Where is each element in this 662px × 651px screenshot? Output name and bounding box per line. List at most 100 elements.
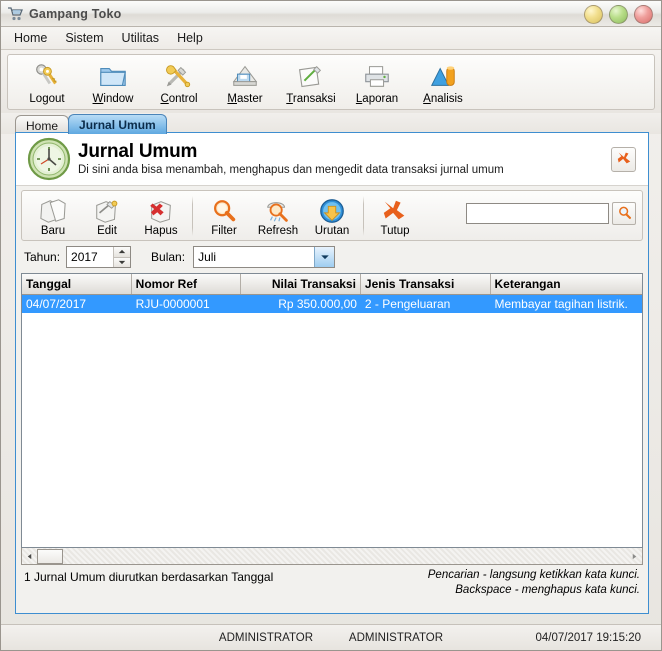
title-bar: Gampang Toko [1,1,661,27]
action-label-refresh: Refresh [257,225,299,237]
search-button[interactable] [612,202,636,225]
chart-icon [428,60,458,92]
minimize-button[interactable] [584,5,603,24]
column-header-tanggal[interactable]: Tanggal [22,274,132,294]
printer-icon [362,60,392,92]
status-datetime: 04/07/2017 19:15:20 [535,631,641,644]
column-header-keterangan[interactable]: Keterangan [491,274,643,294]
toolbar-label-control: Control [160,93,198,105]
toolbar-button-logout[interactable]: Logout [14,57,80,107]
diskette-icon [230,60,260,92]
cell-tanggal: 04/07/2017 [26,297,87,311]
close-button[interactable] [634,5,653,24]
refresh-strainer-icon [264,196,292,225]
year-decrement-button[interactable] [114,257,131,267]
main-toolbar: Logout Window Control Master Transaksi L… [7,54,655,110]
search-container [466,202,636,225]
page-header-text: Jurnal Umum Di sini anda bisa menambah, … [78,141,611,178]
toolbar-label-master: Master [227,93,263,105]
table-row[interactable]: 04/07/2017 RJU-0000001 Rp 350.000,00 2 -… [22,295,642,313]
note-pencil-icon [296,60,326,92]
action-button-tutup[interactable]: Tutup [368,194,422,239]
tab-page-jurnal-umum: Jurnal Umum Di sini anda bisa menambah, … [15,132,649,614]
scroll-right-arrow-icon[interactable] [627,549,642,564]
action-separator-1 [192,196,193,236]
toolbar-label-logout: Logout [29,93,65,105]
toolbar-button-transaksi[interactable]: Transaksi [278,57,344,107]
magnifier-icon [210,196,238,225]
column-header-jenis-transaksi[interactable]: Jenis Transaksi [361,274,491,294]
action-label-baru: Baru [40,225,66,237]
close-x-icon [616,150,632,169]
keyboard-hints: Pencarian - langsung ketikkan kata kunci… [428,568,640,598]
keys-icon [32,60,62,92]
column-header-nilai-transaksi[interactable]: Nilai Transaksi [241,274,361,294]
action-button-refresh[interactable]: Refresh [251,194,305,239]
action-separator-2 [363,196,364,236]
status-bar: ADMINISTRATOR ADMINISTRATOR 04/07/2017 1… [1,624,661,650]
scroll-left-arrow-icon[interactable] [22,549,37,564]
month-value: Juli [198,250,217,264]
window-controls [584,5,653,24]
menu-item-sistem[interactable]: Sistem [56,29,112,47]
tools-icon [164,60,194,92]
page-close-button[interactable] [611,146,636,172]
action-label-hapus: Hapus [144,225,178,237]
action-button-urutan[interactable]: Urutan [305,194,359,239]
cell-jenis-transaksi: 2 - Pengeluaran [364,297,451,311]
toolbar-button-control[interactable]: Control [146,57,212,107]
page-header: Jurnal Umum Di sini anda bisa menambah, … [16,133,648,186]
horizontal-scrollbar[interactable] [21,548,643,565]
column-header-nomor-ref[interactable]: Nomor Ref [132,274,242,294]
month-dropdown[interactable]: Juli [193,246,336,268]
search-input[interactable] [466,203,609,224]
toolbar-button-window[interactable]: Window [80,57,146,107]
hint-search: Pencarian - langsung ketikkan kata kunci… [427,569,640,581]
action-button-baru[interactable]: Baru [26,194,80,239]
menu-bar: Home Sistem Utilitas Help [1,27,661,50]
edit-pencil-icon [93,196,121,225]
menu-item-home[interactable]: Home [5,29,56,47]
month-label: Bulan: [151,250,186,264]
year-value[interactable]: 2017 [67,247,113,267]
year-spinner[interactable]: 2017 [66,246,132,268]
toolbar-button-laporan[interactable]: Laporan [344,57,410,107]
search-magnifier-icon [617,205,632,223]
table-header-row: Tanggal Nomor Ref Nilai Transaksi Jenis … [22,274,642,295]
action-button-hapus[interactable]: Hapus [134,194,188,239]
year-spinner-arrows [113,247,131,267]
action-button-filter[interactable]: Filter [197,194,251,239]
toolbar-button-analisis[interactable]: Analisis [410,57,476,107]
year-increment-button[interactable] [114,247,131,258]
action-bar: Baru Edit Hapus Filter Refresh Urutan Tu… [21,190,643,241]
chevron-down-icon[interactable] [314,247,335,267]
folder-icon [98,60,128,92]
delete-x-icon [147,196,175,225]
action-button-edit[interactable]: Edit [80,194,134,239]
page-title: Jurnal Umum [78,140,198,162]
year-label: Tahun: [24,250,61,264]
application-window: Gampang Toko Home Sistem Utilitas Help L… [0,0,662,651]
hint-backspace: Backspace - menghapus kata kunci. [455,584,640,596]
menu-item-utilitas[interactable]: Utilitas [113,29,169,47]
page-subtitle: Di sini anda bisa menambah, menghapus da… [78,163,504,176]
toolbar-container: Logout Window Control Master Transaksi L… [1,50,661,113]
maximize-button[interactable] [609,5,628,24]
toolbar-label-transaksi: Transaksi [286,93,336,105]
menu-item-help[interactable]: Help [168,29,212,47]
action-label-urutan: Urutan [314,225,350,237]
action-label-tutup: Tutup [380,225,410,237]
clock-icon [26,136,72,182]
status-user: ADMINISTRATOR [218,631,314,644]
action-label-filter: Filter [211,225,237,237]
window-title: Gampang Toko [29,6,122,21]
filter-row: Tahun: 2017 Bulan: Juli [16,241,648,270]
scrollbar-thumb[interactable] [37,548,63,564]
new-page-icon [39,196,67,225]
status-role: ADMINISTRATOR [348,631,444,644]
tab-strip: Home Jurnal Umum [1,113,661,134]
page-footer: 1 Jurnal Umum diurutkan berdasarkan Tang… [16,565,648,605]
cell-keterangan: Membayar tagihan listrik. [494,297,628,311]
tab-jurnal-umum[interactable]: Jurnal Umum [68,114,167,134]
toolbar-button-master[interactable]: Master [212,57,278,107]
